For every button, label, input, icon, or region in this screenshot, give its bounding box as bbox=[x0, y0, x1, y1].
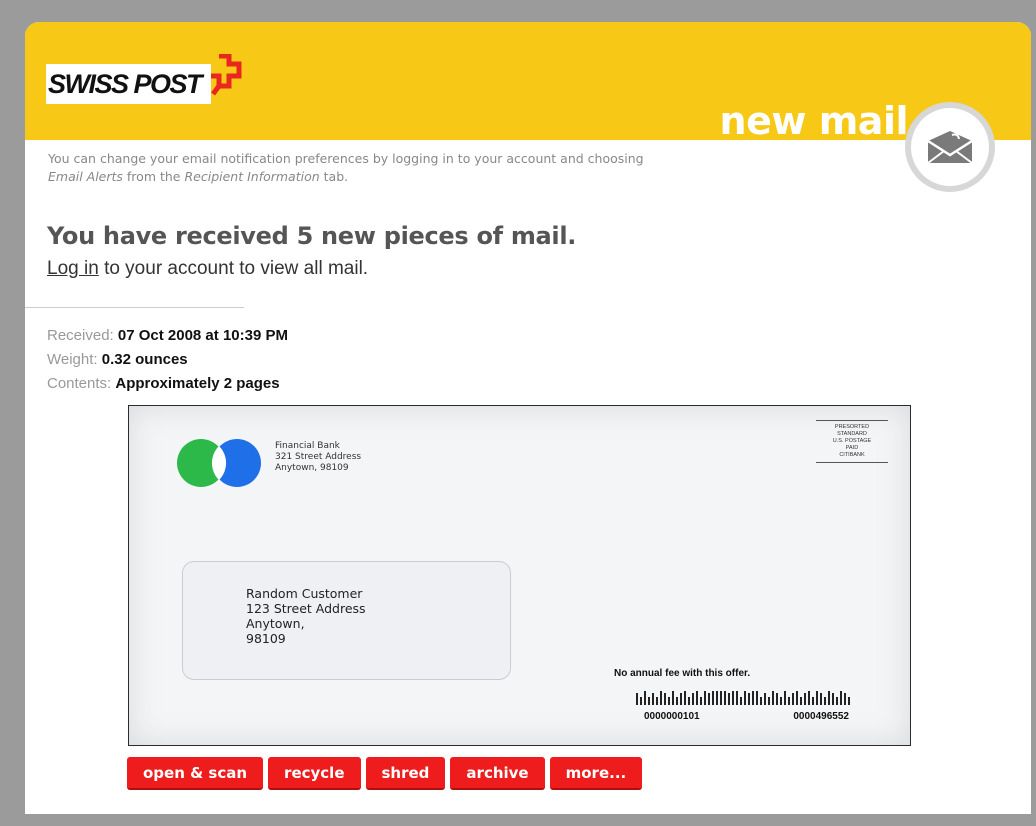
postal-barcode-icon bbox=[636, 691, 850, 705]
scanned-envelope-image[interactable]: Financial Bank 321 Street Address Anytow… bbox=[128, 405, 911, 746]
weight-value: 0.32 ounces bbox=[101, 351, 188, 368]
return-address: Financial Bank 321 Street Address Anytow… bbox=[275, 441, 362, 473]
mail-actions: open & scan recycle shred archive more..… bbox=[127, 757, 643, 790]
logo-text: SWISS POST bbox=[46, 64, 212, 104]
contents-row: Contents: Approximately 2 pages bbox=[47, 375, 280, 392]
recipient-address: Random Customer 123 Street Address Anyto… bbox=[246, 586, 366, 646]
login-line: Log in to your account to view all mail. bbox=[47, 258, 368, 280]
recipient-information-label: Recipient Information bbox=[184, 169, 320, 184]
bank-logo-icon bbox=[177, 439, 261, 487]
email-alerts-label: Email Alerts bbox=[48, 169, 123, 184]
email-card: SWISS POST new mail You can change your … bbox=[25, 22, 1031, 814]
weight-row: Weight: 0.32 ounces bbox=[47, 351, 188, 368]
notification-preferences-text: You can change your email notification p… bbox=[48, 151, 644, 184]
header-banner: SWISS POST new mail bbox=[25, 22, 1031, 143]
received-value: 07 Oct 2008 at 10:39 PM bbox=[117, 327, 288, 344]
more-button[interactable]: more... bbox=[549, 757, 643, 790]
shred-button[interactable]: shred bbox=[365, 757, 446, 790]
envelope-icon bbox=[927, 131, 973, 164]
divider bbox=[25, 307, 244, 308]
offer-text: No annual fee with this offer. bbox=[614, 668, 751, 679]
mail-details: Received: 07 Oct 2008 at 10:39 PM Weight… bbox=[47, 324, 288, 396]
contents-value: Approximately 2 pages bbox=[115, 375, 280, 392]
mail-badge bbox=[905, 102, 995, 192]
recycle-button[interactable]: recycle bbox=[268, 757, 361, 790]
barcode-numbers: 0000000101 0000496552 bbox=[644, 711, 849, 722]
open-scan-button[interactable]: open & scan bbox=[127, 757, 264, 790]
archive-button[interactable]: archive bbox=[450, 757, 545, 790]
postage-indicia: PRESORTED STANDARD U.S. POSTAGE PAID CIT… bbox=[816, 420, 888, 463]
swiss-cross-logo-icon bbox=[211, 54, 242, 96]
received-row: Received: 07 Oct 2008 at 10:39 PM bbox=[47, 327, 288, 344]
login-rest-text: to your account to view all mail. bbox=[104, 258, 369, 279]
new-mail-title: new mail bbox=[719, 99, 909, 143]
swiss-post-logo: SWISS POST bbox=[46, 54, 243, 104]
mail-count-headline: You have received 5 new pieces of mail. bbox=[47, 222, 577, 250]
login-link[interactable]: Log in bbox=[47, 258, 99, 279]
